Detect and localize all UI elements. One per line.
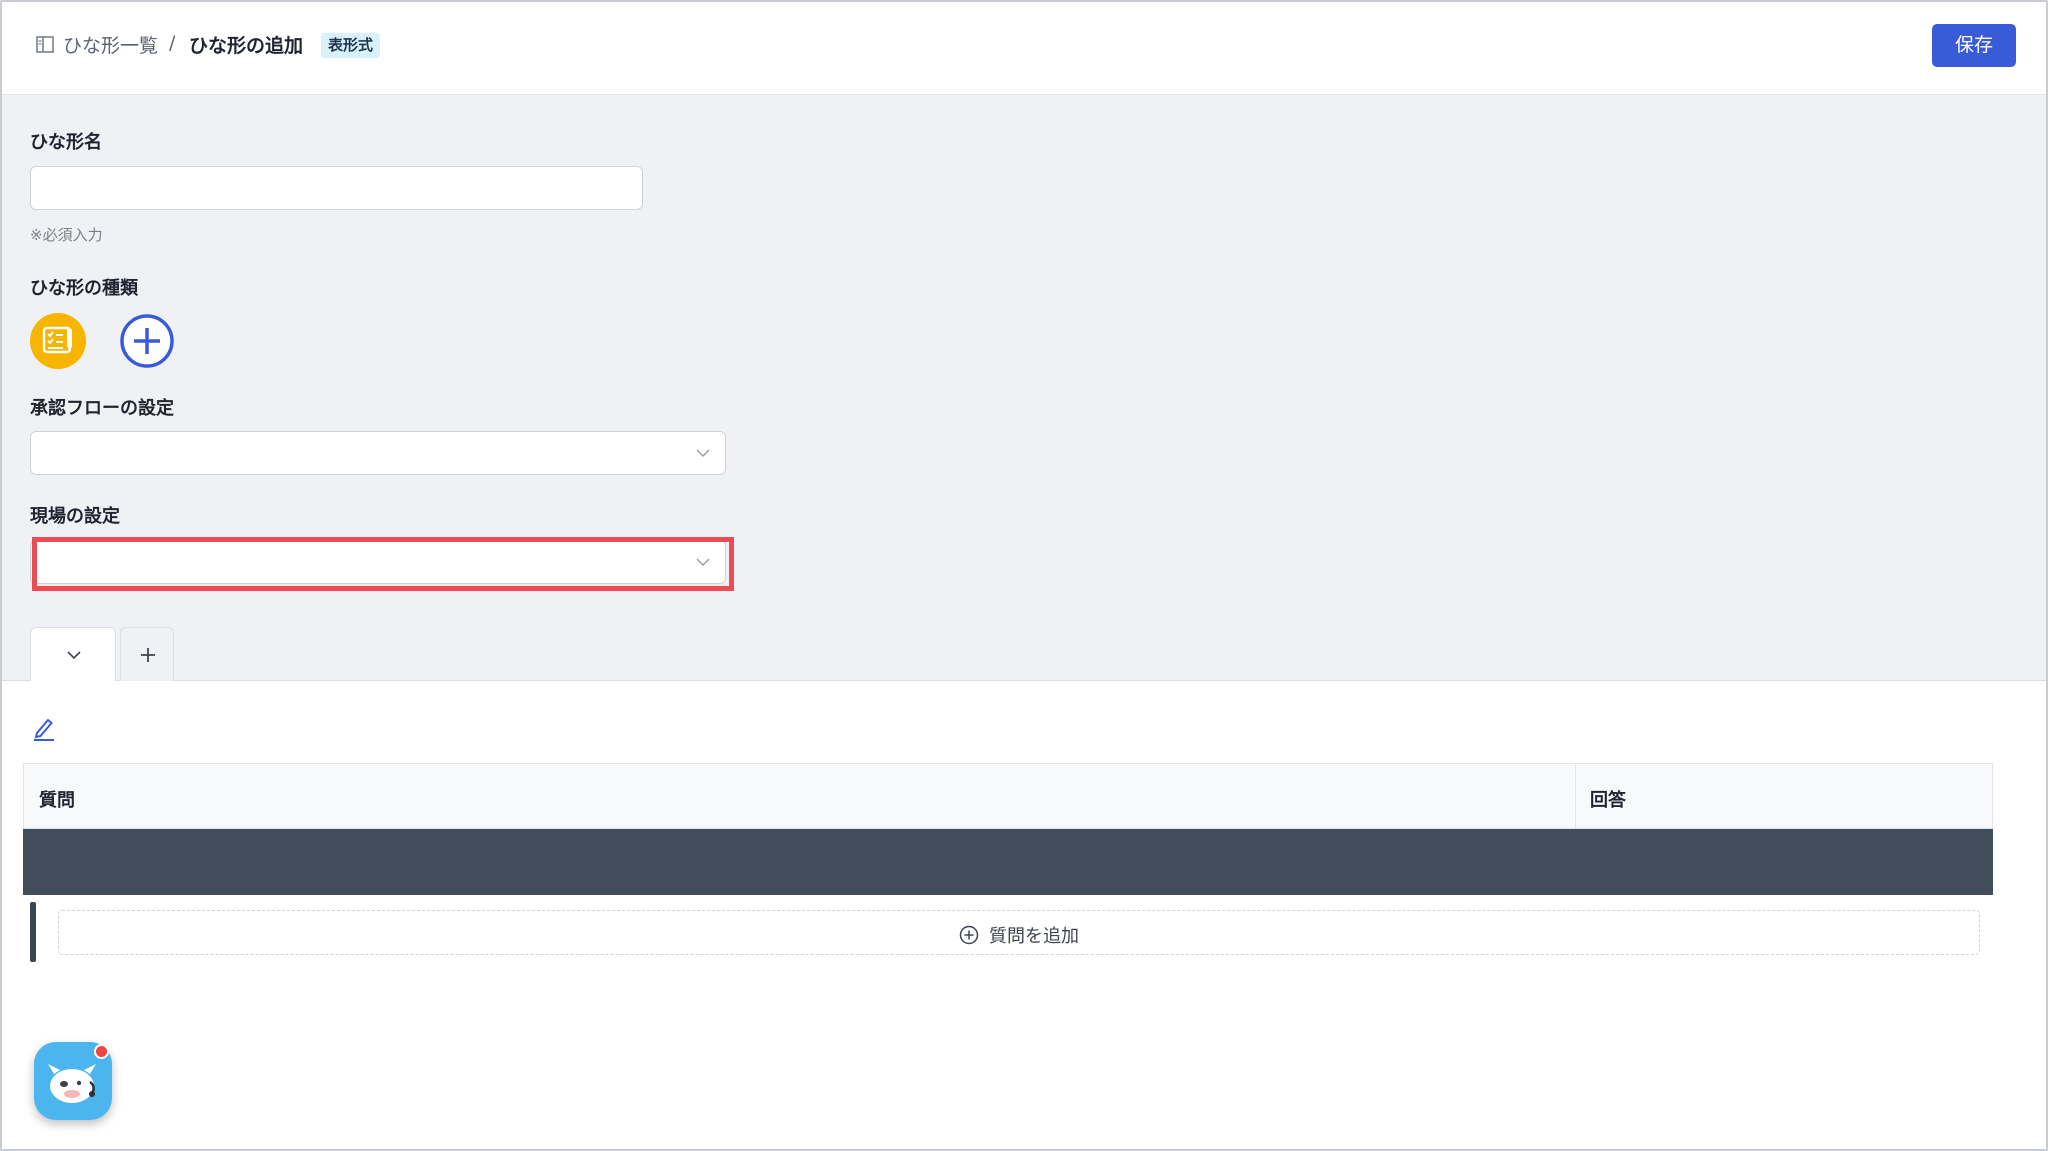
format-badge: 表形式	[321, 33, 381, 58]
breadcrumb-separator: /	[169, 32, 176, 54]
required-hint: ※必須入力	[30, 226, 103, 244]
template-form: ひな形名 ※必須入力 ひな形の種類 承認フローの設定 現場の設定	[2, 95, 2046, 681]
template-type-label: ひな形の種類	[30, 278, 138, 299]
sidebar-icon[interactable]	[36, 36, 54, 53]
checklist-icon	[42, 326, 72, 354]
tab-section[interactable]	[30, 627, 116, 681]
pencil-icon[interactable]	[32, 715, 56, 741]
page-title: ひな形の追加	[189, 35, 304, 57]
checklist-type-button[interactable]	[30, 313, 86, 369]
site-label: 現場の設定	[30, 506, 120, 527]
save-button[interactable]: 保存	[1932, 24, 2016, 67]
site-select-highlight	[32, 537, 734, 591]
add-circle-icon[interactable]	[119, 313, 175, 369]
approval-flow-label: 承認フローの設定	[30, 398, 174, 419]
chevron-down-icon	[696, 449, 710, 458]
add-question-button[interactable]: 質問を追加	[58, 910, 1980, 955]
drag-handle[interactable]	[30, 902, 36, 962]
app-window: ひな形一覧 / ひな形の追加 表形式 保存 ひな形名 ※必須入力 ひな形の種類	[0, 0, 2048, 1151]
column-header-answer: 回答	[1590, 790, 1626, 811]
column-divider	[1575, 764, 1576, 828]
template-name-label: ひな形名	[30, 132, 102, 153]
add-circle-icon	[959, 925, 979, 945]
page-header: ひな形一覧 / ひな形の追加 表形式 保存	[2, 2, 2046, 95]
breadcrumb-template-list[interactable]: ひな形一覧	[63, 31, 158, 58]
chevron-down-icon	[67, 651, 81, 660]
add-tab-button[interactable]	[120, 627, 174, 681]
add-question-label: 質問を追加	[989, 926, 1079, 947]
column-header-question: 質問	[39, 790, 75, 811]
template-name-input[interactable]	[30, 166, 643, 210]
approval-flow-select[interactable]	[30, 431, 726, 475]
table-header: 質問 回答	[23, 763, 1993, 829]
plus-icon	[141, 648, 155, 662]
table-row[interactable]	[23, 829, 1993, 895]
notification-dot	[94, 1044, 109, 1059]
